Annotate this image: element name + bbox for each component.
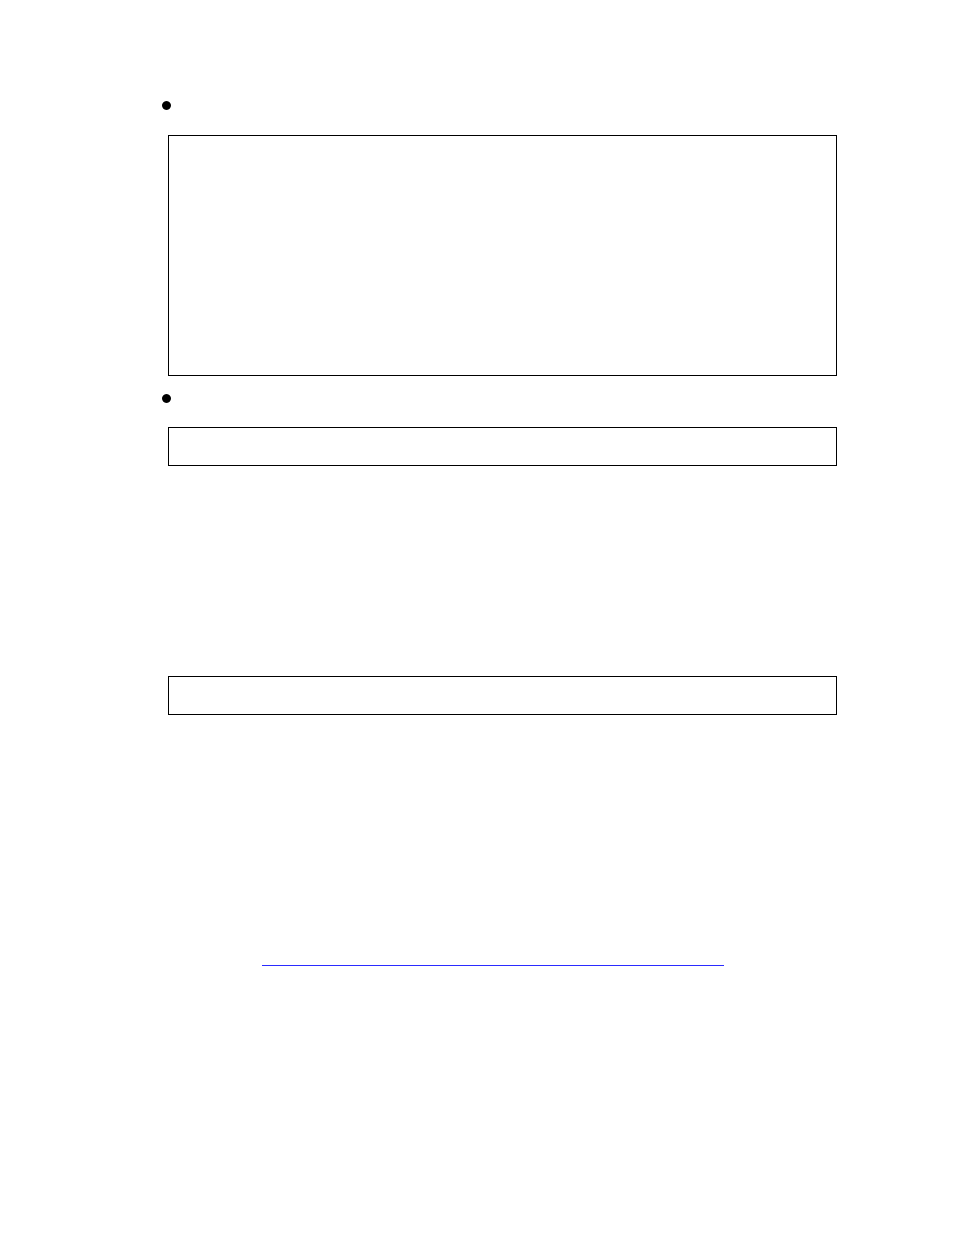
code-block-box-small <box>168 676 837 715</box>
bullet-icon <box>162 394 171 403</box>
code-block-box-small <box>168 427 837 466</box>
hyperlink-underline[interactable] <box>262 965 724 966</box>
bullet-icon <box>162 101 171 110</box>
document-page <box>0 0 954 1235</box>
code-block-box-large <box>168 135 837 376</box>
